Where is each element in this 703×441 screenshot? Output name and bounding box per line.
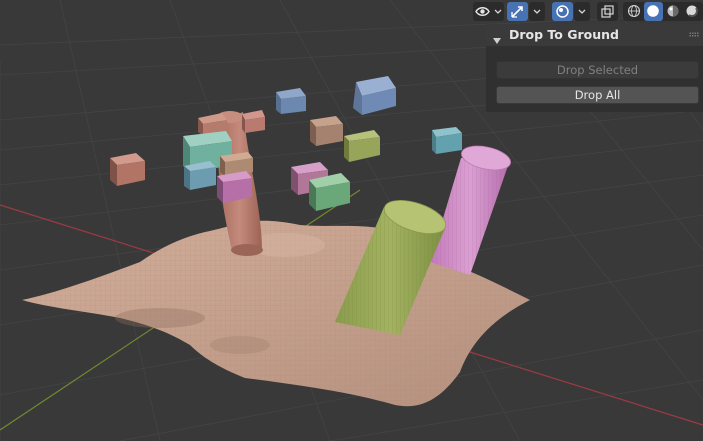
shading-material-icon[interactable] (663, 2, 682, 21)
overlay-icon (553, 2, 572, 21)
shading-wireframe-icon[interactable] (624, 2, 643, 21)
panel-header[interactable]: Drop To Ground (486, 24, 703, 46)
gizmo-toggle-button[interactable] (507, 1, 528, 21)
drop-all-button[interactable]: Drop All (496, 86, 699, 104)
visibility-button[interactable] (473, 1, 504, 21)
cube-blue-large[interactable] (353, 76, 396, 115)
chevron-down-icon (531, 9, 543, 14)
xray-group (597, 0, 618, 22)
shading-rendered-icon[interactable] (683, 2, 702, 21)
collapse-triangle-icon[interactable] (493, 30, 501, 49)
cube-blue-teal-small[interactable] (184, 161, 216, 190)
drop-to-ground-panel: Drop To Ground Drop Selected Drop All (486, 24, 703, 112)
drop-selected-button[interactable]: Drop Selected (496, 61, 699, 79)
gizmo-icon (508, 2, 527, 21)
pink-cylinder[interactable] (430, 142, 513, 275)
chevron-down-icon (492, 9, 504, 14)
cube-green-mid[interactable] (309, 173, 350, 211)
xray-button[interactable] (597, 1, 618, 21)
cube-salmon-top[interactable] (242, 110, 265, 133)
gizmo-group (507, 0, 545, 22)
cube-salmon-left[interactable] (110, 153, 145, 186)
eye-icon (473, 2, 492, 21)
xray-icon (598, 2, 617, 21)
cube-tan[interactable] (310, 116, 343, 146)
shading-group (623, 0, 703, 22)
header-toolbar (473, 0, 504, 22)
shading-switch (623, 1, 703, 21)
cube-tan-small[interactable] (220, 152, 253, 176)
cube-teal-right[interactable] (432, 127, 462, 154)
drag-grip-icon[interactable] (689, 32, 699, 37)
panel-title: Drop To Ground (509, 27, 619, 42)
cube-blue-small[interactable] (276, 88, 306, 114)
overlay-toggle-button[interactable] (552, 1, 573, 21)
overlay-group (552, 0, 590, 22)
chevron-down-icon (576, 9, 588, 14)
cube-olive[interactable] (344, 130, 380, 162)
gizmo-dropdown[interactable] (529, 1, 545, 21)
shading-solid-icon[interactable] (643, 1, 663, 21)
overlay-dropdown[interactable] (574, 1, 590, 21)
